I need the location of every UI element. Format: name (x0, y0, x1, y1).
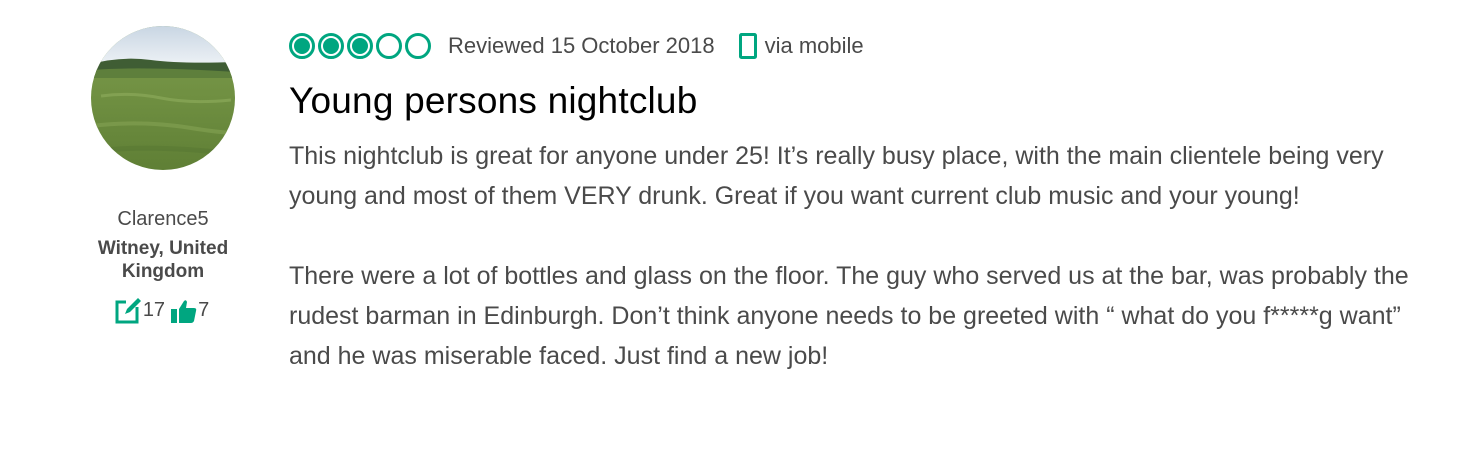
review-meta: Reviewed 15 October 2018 via mobile (289, 26, 1439, 66)
review-body: This nightclub is great for anyone under… (289, 136, 1439, 376)
reviewer-stats: 17 7 (66, 297, 260, 324)
helpful-votes-stat[interactable]: 7 (171, 299, 211, 323)
review-paragraph: and he was miserable faced. Just find a … (289, 342, 829, 370)
reviewer-location: Witney, United Kingdom (97, 238, 229, 282)
review-date: Reviewed 15 October 2018 (448, 33, 715, 58)
bubble-fill (294, 38, 310, 54)
rating-bubble-filled (318, 33, 344, 59)
contributions-stat[interactable]: 17 (115, 297, 167, 324)
rating-bubble-filled (289, 33, 315, 59)
bubble-fill (352, 38, 368, 54)
review-card: Reviewed 15 October 2018 via mobile Youn… (289, 26, 1439, 376)
rating-bubble-filled (347, 33, 373, 59)
reviewer-card: Clarence5 Witney, United Kingdom 17 7 (66, 24, 260, 324)
rating-bubble-empty (376, 33, 402, 59)
helpful-votes-count: 7 (198, 299, 210, 321)
via-mobile: via mobile (738, 33, 864, 59)
review-title[interactable]: Young persons nightclub (289, 80, 1439, 122)
rating-bubbles (289, 33, 431, 59)
review-paragraph: There were a lot of bottles and glass on… (289, 262, 1409, 330)
review-paragraph: This nightclub is great for anyone under… (289, 142, 1384, 210)
reviewer-avatar[interactable] (91, 26, 235, 170)
reviewer-name[interactable]: Clarence5 (66, 208, 260, 231)
avatar-photo (91, 26, 235, 170)
thumbs-up-icon (171, 299, 197, 323)
contributions-count: 17 (142, 299, 166, 321)
rating-bubble-empty (405, 33, 431, 59)
bubble-fill (323, 38, 339, 54)
via-mobile-label: via mobile (764, 33, 864, 58)
mobile-icon (738, 33, 757, 59)
edit-icon (115, 297, 142, 324)
